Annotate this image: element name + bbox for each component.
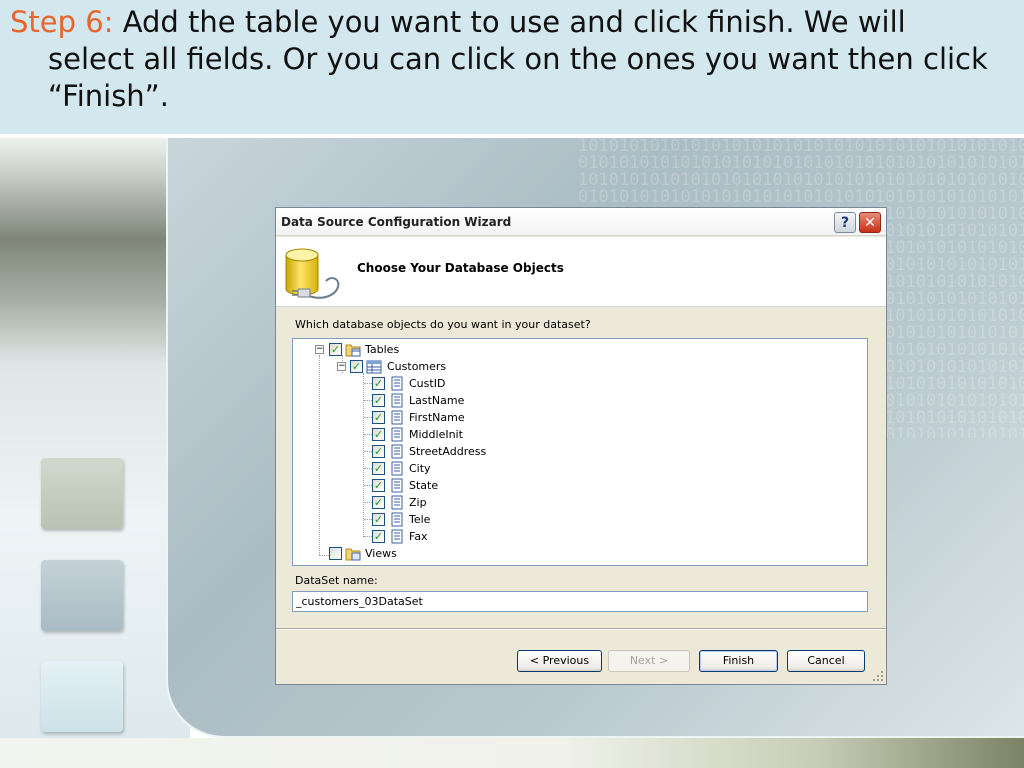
tree-connector: [364, 383, 372, 384]
field-checkbox[interactable]: ✓: [372, 394, 385, 407]
slide-header: Step 6: Add the table you want to use an…: [0, 0, 1024, 136]
column-icon: [391, 410, 403, 425]
cancel-button[interactable]: Cancel: [787, 650, 865, 672]
tree-node-label: Tables: [365, 343, 400, 356]
field-label: MiddleInit: [409, 428, 463, 441]
wizard-header: Choose Your Database Objects: [276, 237, 886, 307]
customers-checkbox[interactable]: ✓: [350, 360, 363, 373]
tree-node-field[interactable]: ✓ FirstName: [293, 409, 863, 426]
field-label: Fax: [409, 530, 428, 543]
dialog-titlebar[interactable]: Data Source Configuration Wizard ? ✕: [276, 208, 886, 236]
views-folder-icon: [345, 548, 361, 561]
tree-node-field[interactable]: ✓ Tele: [293, 511, 863, 528]
tree-node-field[interactable]: ✓ City: [293, 460, 863, 477]
tree-node-field[interactable]: ✓ Fax: [293, 528, 863, 545]
field-label: City: [409, 462, 431, 475]
column-icon: [391, 393, 403, 408]
finish-button[interactable]: Finish: [699, 650, 778, 672]
tree-node-views[interactable]: Views: [293, 545, 863, 562]
tree-node-label: Views: [365, 547, 397, 560]
field-checkbox[interactable]: ✓: [372, 513, 385, 526]
tree-connector: [364, 468, 372, 469]
tree-connector: [364, 536, 372, 537]
column-icon: [391, 529, 403, 544]
step-label: Step 6:: [10, 5, 114, 39]
field-checkbox[interactable]: ✓: [372, 479, 385, 492]
field-checkbox[interactable]: ✓: [372, 411, 385, 424]
field-label: Tele: [409, 513, 431, 526]
help-button[interactable]: ?: [834, 212, 856, 233]
tree-connector: [364, 485, 372, 486]
decorative-swatch: [41, 661, 123, 732]
database-icon: [285, 248, 340, 299]
collapse-toggle[interactable]: −: [337, 362, 346, 371]
column-icon: [391, 495, 403, 510]
tables-folder-icon: [345, 344, 361, 357]
field-label: Zip: [409, 496, 427, 509]
field-checkbox[interactable]: ✓: [372, 377, 385, 390]
instruction-text: Add the table you want to use and click …: [48, 5, 988, 113]
slide-instruction: Step 6: Add the table you want to use an…: [10, 4, 1000, 115]
dialog-title: Data Source Configuration Wizard: [281, 215, 512, 229]
tables-checkbox[interactable]: ✓: [329, 343, 342, 356]
field-label: CustID: [409, 377, 446, 390]
field-label: LastName: [409, 394, 465, 407]
field-label: FirstName: [409, 411, 465, 424]
tree-node-field[interactable]: ✓ LastName: [293, 392, 863, 409]
tree-connector: [364, 417, 372, 418]
next-button[interactable]: Next >: [608, 650, 690, 672]
decorative-swatch: [41, 458, 123, 529]
data-source-wizard-dialog: Data Source Configuration Wizard ? ✕ Cho…: [275, 207, 887, 685]
tree-connector: [364, 434, 372, 435]
objects-question-label: Which database objects do you want in yo…: [295, 318, 591, 331]
table-grid-icon: [366, 360, 382, 374]
tree-connector: [364, 519, 372, 520]
dataset-name-input[interactable]: [292, 591, 868, 612]
tree-node-field[interactable]: ✓ MiddleInit: [293, 426, 863, 443]
wizard-heading: Choose Your Database Objects: [357, 261, 564, 275]
slide-background-bottom: [0, 738, 1024, 768]
collapse-toggle[interactable]: −: [315, 345, 324, 354]
tree-node-label: Customers: [387, 360, 447, 373]
field-label: State: [409, 479, 439, 492]
field-checkbox[interactable]: ✓: [372, 462, 385, 475]
field-checkbox[interactable]: ✓: [372, 428, 385, 441]
field-checkbox[interactable]: ✓: [372, 445, 385, 458]
views-checkbox[interactable]: [329, 547, 342, 560]
field-checkbox[interactable]: ✓: [372, 530, 385, 543]
previous-button[interactable]: < Previous: [517, 650, 602, 672]
footer-separator: [276, 628, 886, 630]
field-checkbox[interactable]: ✓: [372, 496, 385, 509]
tree-node-customers[interactable]: − ✓ Customers: [293, 358, 863, 375]
tree-connector: [364, 400, 372, 401]
column-icon: [391, 461, 403, 476]
tree-connector: [364, 451, 372, 452]
resize-grip-icon[interactable]: [872, 670, 884, 682]
tree-connector: [364, 502, 372, 503]
tree-node-tables[interactable]: − ✓ Tables: [293, 341, 863, 358]
decorative-swatch: [41, 560, 123, 631]
column-icon: [391, 376, 403, 391]
column-icon: [391, 478, 403, 493]
database-objects-tree[interactable]: − ✓ Tables − ✓ Customers ✓ CustID ✓ LastNa: [292, 338, 868, 566]
tree-node-field[interactable]: ✓ CustID: [293, 375, 863, 392]
close-button[interactable]: ✕: [859, 212, 881, 233]
dataset-name-label: DataSet name:: [295, 574, 378, 587]
field-label: StreetAddress: [409, 445, 487, 458]
tree-node-field[interactable]: ✓ StreetAddress: [293, 443, 863, 460]
tree-node-field[interactable]: ✓ Zip: [293, 494, 863, 511]
column-icon: [391, 427, 403, 442]
tree-node-field[interactable]: ✓ State: [293, 477, 863, 494]
column-icon: [391, 444, 403, 459]
column-icon: [391, 512, 403, 527]
